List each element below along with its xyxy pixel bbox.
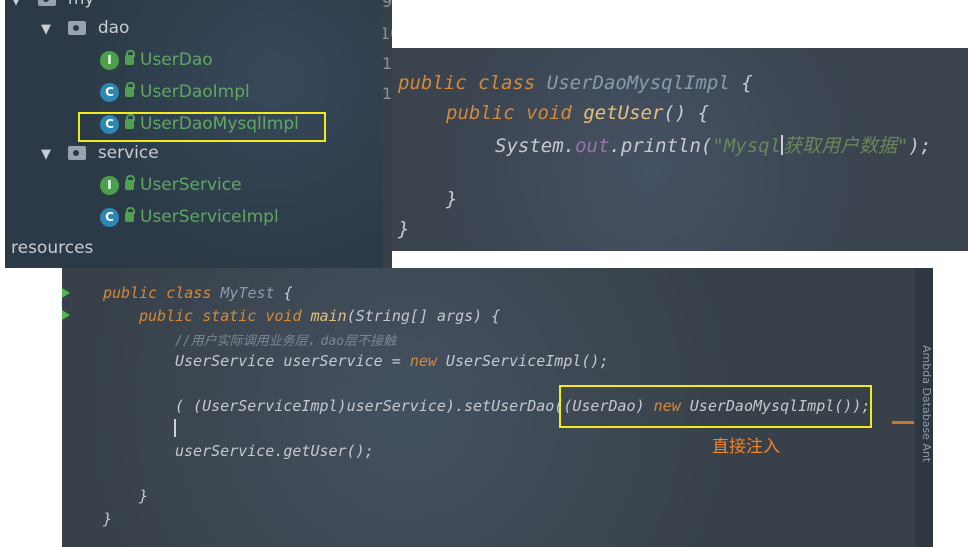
tree-label: UserDao <box>140 50 213 70</box>
editor-userdaomysqlimpl[interactable]: public class UserDaoMysqlImpl { public v… <box>392 48 968 251</box>
run-icon[interactable] <box>62 310 70 320</box>
class-name: MyTest <box>220 284 275 302</box>
method-name: main <box>310 307 347 325</box>
code-text: . <box>563 135 576 157</box>
keyword: class <box>166 284 212 302</box>
code-comment[interactable]: //用户实际调用业务层，dao层不接触 <box>175 330 396 349</box>
tree-label: UserService <box>140 175 242 195</box>
code-line[interactable]: public class UserDaoMysqlImpl { <box>398 72 753 94</box>
keyword: void <box>265 307 302 325</box>
code-line[interactable]: } <box>398 218 409 240</box>
lock-icon <box>125 82 135 97</box>
tree-label: resources <box>11 238 94 258</box>
expand-arrow-icon[interactable]: ▼ <box>41 17 55 43</box>
tree-item-userservice[interactable]: I UserService <box>100 172 242 198</box>
line-number: 9 <box>383 0 392 11</box>
brace: { <box>741 72 753 94</box>
keyword: public <box>103 284 158 302</box>
expand-arrow-icon[interactable]: ▼ <box>11 0 25 14</box>
string-literal: "Mysql <box>712 135 782 157</box>
code-text: ); <box>908 135 932 157</box>
code-line[interactable]: public void getUser() { <box>446 102 709 124</box>
side-tool-labels[interactable]: Ambda Database Ant <box>920 345 933 462</box>
run-icon[interactable] <box>62 288 70 298</box>
tree-item-userdao[interactable]: I UserDao <box>100 47 213 73</box>
line-number: 1 <box>383 54 392 73</box>
tree-label: UserServiceImpl <box>140 207 279 227</box>
text-caret <box>174 419 176 437</box>
method-name: getUser <box>583 102 664 124</box>
highlight-box <box>559 385 872 428</box>
code-text: () { <box>663 102 710 124</box>
keyword: public <box>398 72 467 94</box>
lock-icon <box>125 175 135 190</box>
editor-mytest[interactable]: public class MyTest { public static void… <box>62 268 930 547</box>
package-icon <box>38 0 57 6</box>
package-icon <box>68 21 87 35</box>
field-name: out <box>575 135 610 157</box>
annotation-label: 直接注入 <box>712 437 780 457</box>
tree-label: my <box>68 0 95 9</box>
lock-icon <box>125 50 135 65</box>
code-line[interactable]: public static void main(String[] args) { <box>139 307 500 325</box>
class-icon: C <box>100 82 119 102</box>
keyword: new <box>409 352 437 370</box>
keyword: void <box>526 102 572 124</box>
keyword: public <box>446 102 515 124</box>
code-line[interactable]: userService.getUser(); <box>175 442 374 460</box>
tree-row-partial[interactable]: ▼ my <box>11 0 94 12</box>
line-number: 10 <box>383 24 392 43</box>
brace: { <box>283 284 293 302</box>
code-text: System <box>495 135 564 157</box>
code-line[interactable]: System.out.println("Mysql 获取用户数据"); <box>495 131 931 158</box>
tree-label: UserDaoImpl <box>140 82 250 102</box>
class-icon: C <box>100 207 119 227</box>
line-number: 1 <box>383 84 392 103</box>
tree-item-dao[interactable]: ▼ dao <box>41 15 129 41</box>
keyword: static <box>202 307 257 325</box>
tree-item-userserviceimpl[interactable]: C UserServiceImpl <box>100 204 279 230</box>
tree-item-resources[interactable]: resources <box>11 235 93 261</box>
tree-label: service <box>97 143 159 163</box>
keyword: public <box>139 307 194 325</box>
package-icon <box>68 146 87 160</box>
interface-icon: I <box>100 175 119 195</box>
expand-arrow-icon[interactable]: ▼ <box>41 142 55 168</box>
code-line[interactable]: UserService userService = new UserServic… <box>175 352 609 370</box>
code-line[interactable]: } <box>139 487 148 505</box>
code-line[interactable]: public class MyTest { <box>103 284 293 302</box>
highlight-box <box>78 112 326 142</box>
code-text: UserServiceImpl(); <box>436 352 609 370</box>
interface-icon: I <box>100 50 119 70</box>
code-text: UserService userService = <box>175 352 410 370</box>
keyword: class <box>478 72 536 94</box>
error-stripe-marker[interactable] <box>892 421 914 424</box>
code-line[interactable]: } <box>446 188 457 210</box>
tree-label: dao <box>97 18 130 38</box>
tree-item-userdaoimpl[interactable]: C UserDaoImpl <box>100 79 250 105</box>
code-text: .println( <box>609 135 713 157</box>
string-literal: 获取用户数据" <box>783 135 909 157</box>
tree-item-service[interactable]: ▼ service <box>41 140 159 166</box>
editor-gutter: 9 10 1 1 <box>383 0 392 268</box>
code-text: (String[] args) { <box>346 307 501 325</box>
project-tree-panel: ▼ my ▼ dao I UserDao C UserDaoImpl C UserDa… <box>5 0 390 268</box>
class-name: UserDaoMysqlImpl <box>546 72 730 94</box>
code-line[interactable]: } <box>103 510 112 528</box>
code-text: ( (UserServiceImpl)userService).setUserD… <box>175 397 564 415</box>
lock-icon <box>125 207 135 222</box>
